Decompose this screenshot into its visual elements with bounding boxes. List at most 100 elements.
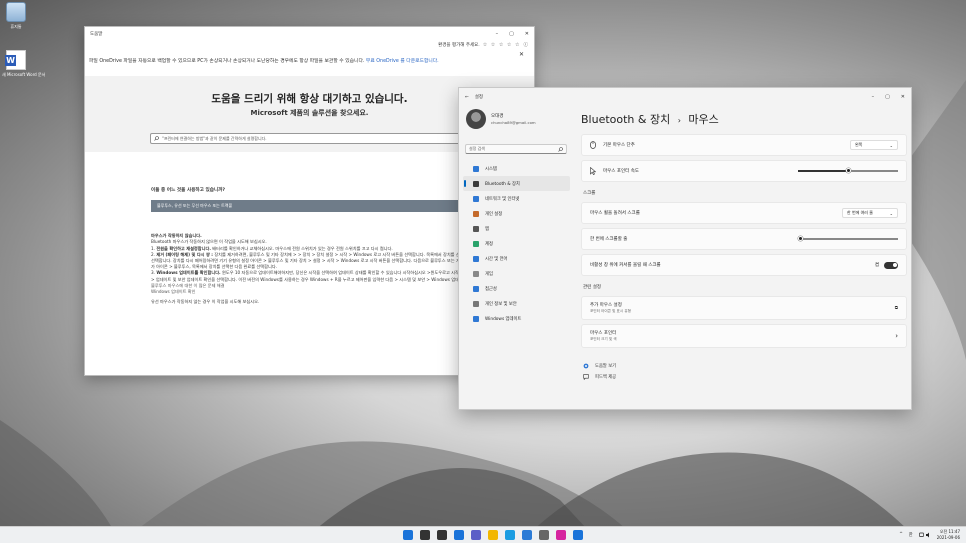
sidebar-item[interactable]: 네트워크 및 인터넷 <box>463 191 570 206</box>
related-settings-header: 관련 설정 <box>583 285 601 290</box>
nav-icon <box>473 180 479 187</box>
sidebar-item[interactable]: 시간 및 언어 <box>463 251 570 266</box>
avatar <box>466 109 486 129</box>
breadcrumb-current: 마우스 <box>688 113 719 126</box>
word-icon: W <box>5 50 26 70</box>
sidebar-item-label: 앱 <box>485 226 489 232</box>
sidebar-item-label: 시스템 <box>485 166 497 172</box>
slider-thumb[interactable] <box>797 236 803 241</box>
recycle-bin-icon <box>6 2 26 22</box>
nav-icon <box>473 300 479 307</box>
help-search-input[interactable]: "프린터에 연결하는 방법"과 같이 문제를 간략하게 설명합니다. <box>150 133 470 144</box>
notice-close-icon[interactable]: ✕ <box>519 51 524 58</box>
tray-chevron-icon[interactable]: ^ <box>899 532 903 537</box>
search-icon[interactable] <box>420 530 430 540</box>
clock-time: 오전 11:47 <box>939 529 960 534</box>
sidebar-item[interactable]: 시스템 <box>463 161 570 176</box>
sidebar-item-label: 개인 설정 <box>485 211 503 217</box>
sidebar-item[interactable]: Windows 업데이트 <box>463 311 570 326</box>
get-help-link[interactable]: 도움말 보기 <box>581 360 907 371</box>
sidebar-item[interactable]: 개인 설정 <box>463 206 570 221</box>
widgets-icon[interactable] <box>454 530 464 540</box>
lines-per-scroll-label: 한 번에 스크롤할 줄 <box>590 237 628 242</box>
language-indicator[interactable]: 한 <box>909 532 913 538</box>
minimize-button[interactable]: – <box>872 94 875 100</box>
word-document-desktop-icon[interactable]: W 새 Microsoft Word 문서 <box>2 50 45 78</box>
wheel-scroll-select[interactable]: 한 번에 여러 줄 ⌄ <box>842 208 898 218</box>
sidebar-item[interactable]: 접근성 <box>463 281 570 296</box>
network-volume-icon[interactable] <box>918 532 931 538</box>
recycle-bin-desktop-icon[interactable]: 휴지통 <box>2 2 30 30</box>
info-icon[interactable]: ⓘ <box>524 42 529 48</box>
edge-icon[interactable] <box>505 530 515 540</box>
toggle-state-label: 켬 <box>874 263 879 268</box>
scroll-section-header: 스크롤 <box>583 191 596 196</box>
sidebar-item-label: Bluetooth & 장치 <box>485 181 520 187</box>
chevron-right-icon: › <box>895 332 898 340</box>
get-help-icon[interactable] <box>573 530 583 540</box>
close-button[interactable]: ✕ <box>901 94 905 100</box>
instagram-icon[interactable] <box>556 530 566 540</box>
sidebar-item-label: Windows 업데이트 <box>485 316 522 322</box>
primary-button-select[interactable]: 왼쪽 ⌄ <box>850 140 898 150</box>
settings-sidebar: 오대경 chuncha89@gmail.com 설정 검색 시스템 Bluetoo… <box>459 106 574 326</box>
sidebar-item[interactable]: 개인 정보 및 보안 <box>463 296 570 311</box>
lines-per-scroll-slider[interactable] <box>797 234 898 244</box>
slider-thumb[interactable] <box>845 168 851 173</box>
maximize-button[interactable]: ▢ <box>509 31 514 37</box>
nav-icon <box>473 270 479 277</box>
related-setting-label: 추가 마우스 설정 <box>590 303 622 308</box>
wheel-scroll-label: 마우스 휠을 돌려서 스크롤 <box>590 211 640 216</box>
settings-window: ← 설정 – ▢ ✕ 오대경 chuncha89@gmail.com 설정 검색… <box>458 87 912 410</box>
nav-icon <box>473 255 479 262</box>
back-arrow-icon[interactable]: ← <box>465 95 469 100</box>
notice-text: 파일 OneDrive 파일을 자동으로 백업할 수 있으므로 PC가 손상되거… <box>89 59 365 64</box>
sidebar-item-label: 개인 정보 및 보안 <box>485 301 517 307</box>
settings-app-icon[interactable] <box>539 530 549 540</box>
nav-icon <box>473 195 479 202</box>
user-profile[interactable]: 오대경 chuncha89@gmail.com <box>459 106 574 132</box>
inactive-scroll-label: 비활성 창 위에 커서를 올릴 때 스크롤 <box>590 263 661 268</box>
nav-icon <box>473 225 479 232</box>
sidebar-item-label: 계정 <box>485 241 493 247</box>
window-title: 도움말 <box>90 31 103 37</box>
feedback-link[interactable]: 피드백 제공 <box>581 371 907 382</box>
sidebar-item-label: 접근성 <box>485 286 497 292</box>
wheel-scroll-card: 마우스 휠을 돌려서 스크롤 한 번에 여러 줄 ⌄ <box>581 202 907 224</box>
system-tray: ^ 한 오전 11:47 2021-09-06 <box>899 529 960 540</box>
chat-icon[interactable] <box>471 530 481 540</box>
external-link-icon: ⧉ <box>894 306 898 311</box>
rating-stars[interactable]: ☆ ☆ ☆ ☆ ☆ <box>483 42 521 48</box>
maximize-button[interactable]: ▢ <box>885 94 890 100</box>
rating-bar: 환경을 평가해 주세요. ☆ ☆ ☆ ☆ ☆ ⓘ <box>85 40 534 50</box>
task-view-icon[interactable] <box>437 530 447 540</box>
onedrive-download-link[interactable]: 무료 OneDrive 를 다운로드합니다. <box>366 59 439 64</box>
sidebar-item[interactable]: 계정 <box>463 236 570 251</box>
taskbar: ^ 한 오전 11:47 2021-09-06 <box>0 526 966 543</box>
get-help-label: 도움말 보기 <box>595 363 617 369</box>
primary-button-label: 기본 마우스 단추 <box>603 143 635 148</box>
related-setting-sub: 포인터 크기 및 색 <box>590 337 617 341</box>
clock-date: 2021-09-06 <box>936 534 960 540</box>
sidebar-item[interactable]: 게임 <box>463 266 570 281</box>
related-setting-sub: 포인터 아이콘 및 표시 유형 <box>590 309 631 313</box>
mouse-pointer-card[interactable]: 마우스 포인터 포인터 크기 및 색 › <box>581 324 907 348</box>
inactive-scroll-toggle[interactable] <box>884 261 898 269</box>
file-explorer-icon[interactable] <box>488 530 498 540</box>
clock[interactable]: 오전 11:47 2021-09-06 <box>937 529 960 540</box>
minimize-button[interactable]: – <box>496 31 499 37</box>
breadcrumb-parent[interactable]: Bluetooth & 장치 <box>581 113 670 126</box>
nav-icon <box>473 315 479 322</box>
nav-icon <box>473 165 479 172</box>
sidebar-item[interactable]: 앱 <box>463 221 570 236</box>
pointer-speed-slider[interactable] <box>798 166 898 176</box>
start-icon[interactable] <box>403 530 413 540</box>
close-button[interactable]: ✕ <box>525 31 529 37</box>
store-icon[interactable] <box>522 530 532 540</box>
additional-mouse-settings-card[interactable]: 추가 마우스 설정 포인터 아이콘 및 표시 유형 ⧉ <box>581 296 907 320</box>
sidebar-item[interactable]: Bluetooth & 장치 <box>463 176 570 191</box>
search-placeholder: 설정 검색 <box>469 146 485 151</box>
breadcrumb-separator: › <box>677 116 681 125</box>
feedback-label: 피드백 제공 <box>595 374 617 380</box>
settings-search-input[interactable]: 설정 검색 <box>465 144 567 154</box>
